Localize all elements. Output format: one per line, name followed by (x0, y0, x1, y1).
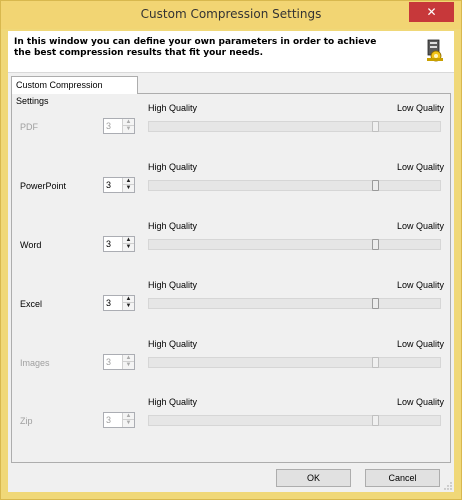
stepper-buttons: ▲ ▼ (122, 178, 134, 192)
row-label: Excel (20, 299, 43, 309)
high-quality-label: High Quality (148, 162, 198, 172)
row-label: Images (20, 358, 50, 368)
header-description: In this window you can define your own p… (14, 37, 377, 58)
row-label: Word (20, 240, 42, 250)
cancel-button[interactable]: Cancel (365, 469, 440, 487)
compression-level-value[interactable]: 3 (106, 415, 111, 425)
resize-grip-icon[interactable] (444, 482, 452, 490)
compression-level-stepper[interactable]: 3 ▲ ▼ (103, 177, 135, 193)
slider-thumb[interactable] (372, 415, 379, 426)
stepper-up-icon[interactable]: ▲ (123, 355, 134, 362)
slider-thumb[interactable] (372, 180, 379, 191)
stepper-down-icon[interactable]: ▼ (123, 303, 134, 310)
row-label: PDF (20, 122, 38, 132)
title-bar[interactable]: Custom Compression Settings ✕ (1, 1, 461, 29)
low-quality-label: Low Quality (396, 162, 444, 172)
quality-slider[interactable] (148, 415, 441, 426)
low-quality-label: Low Quality (396, 280, 444, 290)
low-quality-label: Low Quality (396, 103, 444, 113)
slider-thumb[interactable] (372, 298, 379, 309)
stepper-up-icon[interactable]: ▲ (123, 178, 134, 185)
stepper-down-icon[interactable]: ▼ (123, 185, 134, 192)
compression-level-value[interactable]: 3 (106, 357, 111, 367)
ok-button[interactable]: OK (276, 469, 351, 487)
dialog-client: In this window you can define your own p… (8, 31, 454, 492)
stepper-buttons: ▲ ▼ (122, 119, 134, 133)
settings-panel: PDF High Quality Low Quality 3 ▲ ▼ Power… (11, 93, 451, 463)
quality-slider[interactable] (148, 121, 441, 132)
high-quality-label: High Quality (148, 280, 198, 290)
window-title: Custom Compression Settings (140, 7, 322, 21)
stepper-buttons: ▲ ▼ (122, 237, 134, 251)
low-quality-label: Low Quality (396, 339, 444, 349)
compression-row-zip: Zip High Quality Low Quality 3 ▲ ▼ (12, 388, 450, 433)
slider-thumb[interactable] (372, 357, 379, 368)
stepper-buttons: ▲ ▼ (122, 296, 134, 310)
header-banner: In this window you can define your own p… (8, 31, 454, 73)
compression-level-stepper[interactable]: 3 ▲ ▼ (103, 236, 135, 252)
stepper-up-icon[interactable]: ▲ (123, 296, 134, 303)
settings-wizard-icon (427, 39, 443, 62)
stepper-up-icon[interactable]: ▲ (123, 413, 134, 420)
compression-level-value[interactable]: 3 (106, 121, 111, 131)
tab-custom-compression-settings[interactable]: Custom Compression Settings (11, 76, 138, 106)
compression-row-powerpoint: PowerPoint High Quality Low Quality 3 ▲ … (12, 153, 450, 198)
stepper-down-icon[interactable]: ▼ (123, 420, 134, 427)
stepper-buttons: ▲ ▼ (122, 413, 134, 427)
slider-thumb[interactable] (372, 239, 379, 250)
quality-slider[interactable] (148, 239, 441, 250)
stepper-down-icon[interactable]: ▼ (123, 244, 134, 251)
compression-level-stepper[interactable]: 3 ▲ ▼ (103, 412, 135, 428)
stepper-buttons: ▲ ▼ (122, 355, 134, 369)
compression-row-pdf: PDF High Quality Low Quality 3 ▲ ▼ (12, 94, 450, 139)
slider-thumb[interactable] (372, 121, 379, 132)
high-quality-label: High Quality (148, 339, 198, 349)
quality-slider[interactable] (148, 357, 441, 368)
close-button[interactable]: ✕ (409, 2, 454, 22)
compression-row-excel: Excel High Quality Low Quality 3 ▲ ▼ (12, 271, 450, 316)
compression-row-word: Word High Quality Low Quality 3 ▲ ▼ (12, 212, 450, 257)
row-label: Zip (20, 416, 33, 426)
dialog-window: Custom Compression Settings ✕ In this wi… (0, 0, 462, 500)
low-quality-label: Low Quality (396, 397, 444, 407)
high-quality-label: High Quality (148, 103, 198, 113)
low-quality-label: Low Quality (396, 221, 444, 231)
row-label: PowerPoint (20, 181, 67, 191)
compression-level-stepper[interactable]: 3 ▲ ▼ (103, 295, 135, 311)
compression-level-value[interactable]: 3 (106, 239, 111, 249)
quality-slider[interactable] (148, 180, 441, 191)
stepper-down-icon[interactable]: ▼ (123, 362, 134, 369)
compression-level-stepper[interactable]: 3 ▲ ▼ (103, 354, 135, 370)
quality-slider[interactable] (148, 298, 441, 309)
compression-level-value[interactable]: 3 (106, 180, 111, 190)
compression-level-stepper[interactable]: 3 ▲ ▼ (103, 118, 135, 134)
high-quality-label: High Quality (148, 397, 198, 407)
high-quality-label: High Quality (148, 221, 198, 231)
compression-row-images: Images High Quality Low Quality 3 ▲ ▼ (12, 330, 450, 375)
stepper-down-icon[interactable]: ▼ (123, 126, 134, 133)
stepper-up-icon[interactable]: ▲ (123, 119, 134, 126)
compression-level-value[interactable]: 3 (106, 298, 111, 308)
stepper-up-icon[interactable]: ▲ (123, 237, 134, 244)
